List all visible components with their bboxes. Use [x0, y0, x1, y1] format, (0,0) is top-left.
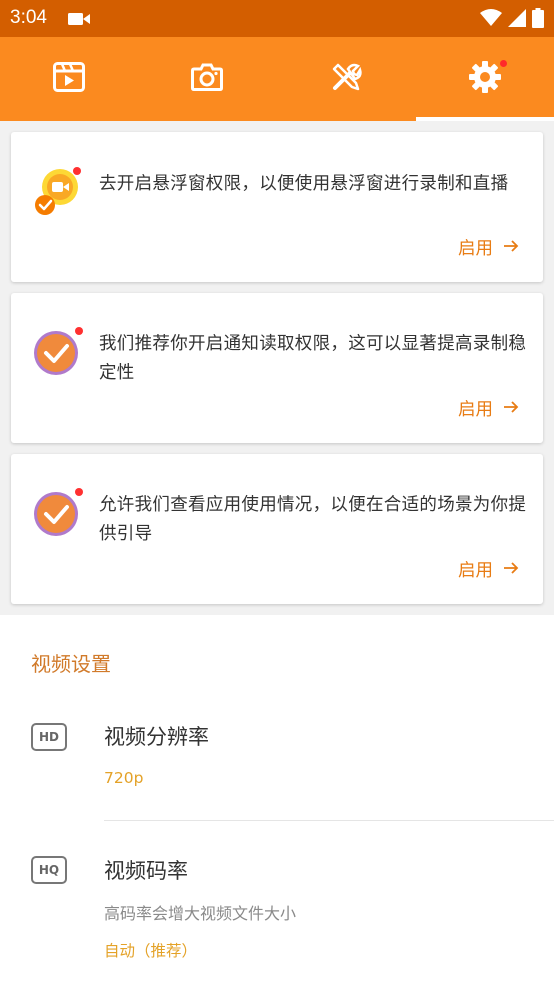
card-text: 去开启悬浮窗权限，以便使用悬浮窗进行录制和直播 — [99, 174, 509, 194]
top-tab-bar — [0, 37, 554, 121]
wifi-icon — [480, 9, 502, 31]
enable-button[interactable]: 启用 — [458, 235, 519, 260]
divider — [104, 820, 554, 821]
setting-value: 720p — [104, 769, 144, 787]
camera-icon — [191, 62, 223, 96]
screen-record-icon — [68, 11, 90, 30]
card-usage-permission: 允许我们查看应用使用情况，以便在合适的场景为你提供引导 启用 — [11, 454, 543, 604]
card-notification-permission: 我们推荐你开启通知读取权限，这可以显著提高录制稳定性 启用 — [11, 293, 543, 443]
video-icon — [53, 62, 85, 96]
enable-label: 启用 — [458, 400, 493, 420]
enable-label: 启用 — [458, 561, 493, 581]
notification-dot — [500, 60, 507, 67]
tools-icon — [330, 61, 362, 97]
arrow-right-icon — [503, 560, 519, 580]
status-icons — [480, 8, 544, 32]
card-text: 我们推荐你开启通知读取权限，这可以显著提高录制稳定性 — [99, 334, 527, 383]
setting-video-resolution[interactable]: HD 视频分辨率 720p — [0, 700, 554, 820]
arrow-right-icon — [503, 399, 519, 419]
check-badge-icon — [32, 488, 83, 538]
card-text: 允许我们查看应用使用情况，以便在合适的场景为你提供引导 — [99, 495, 527, 544]
status-time: 3:04 — [10, 7, 47, 28]
gear-icon — [468, 60, 502, 98]
section-title-video-settings: 视频设置 — [31, 652, 111, 676]
hd-icon: HD — [31, 723, 67, 751]
card-overlay-permission: 去开启悬浮窗权限，以便使用悬浮窗进行录制和直播 启用 — [11, 132, 543, 282]
hq-icon: HQ — [31, 856, 67, 884]
setting-value: 自动（推荐） — [104, 942, 198, 960]
tab-video-list[interactable] — [0, 37, 138, 121]
tab-screenshot[interactable] — [138, 37, 276, 121]
tab-settings[interactable] — [416, 37, 554, 121]
permission-cards: 去开启悬浮窗权限，以便使用悬浮窗进行录制和直播 启用 我们推荐你开启通知读取权限… — [0, 121, 554, 615]
setting-title: 视频分辨率 — [104, 725, 209, 749]
enable-button[interactable]: 启用 — [458, 557, 519, 582]
status-bar: 3:04 — [0, 0, 554, 37]
setting-subtitle: 高码率会增大视频文件大小 — [104, 904, 297, 923]
setting-title: 视频码率 — [104, 859, 188, 883]
arrow-right-icon — [503, 238, 519, 258]
setting-video-bitrate[interactable]: HQ 视频码率 高码率会增大视频文件大小 自动（推荐） — [0, 833, 554, 984]
check-badge-icon — [32, 327, 83, 377]
floating-window-icon — [32, 167, 82, 217]
enable-button[interactable]: 启用 — [458, 396, 519, 421]
enable-label: 启用 — [458, 239, 493, 259]
signal-icon — [508, 9, 526, 31]
tab-tools[interactable] — [277, 37, 415, 121]
battery-icon — [532, 8, 544, 32]
